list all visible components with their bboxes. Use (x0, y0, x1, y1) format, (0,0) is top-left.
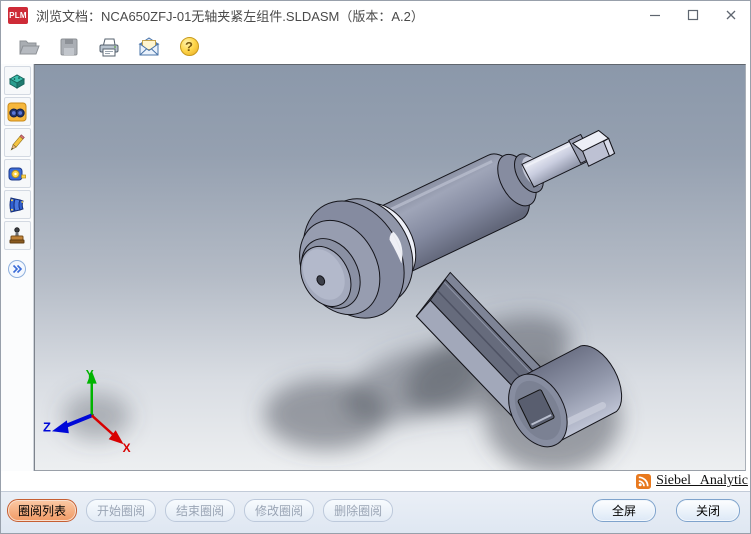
chevron-double-right-icon (7, 259, 27, 279)
review-list-button[interactable]: 圈阅列表 (7, 499, 77, 522)
tape-measure-icon (7, 164, 27, 184)
3d-viewport[interactable]: Y Z X (34, 64, 746, 471)
triad-y-label: Y (86, 368, 94, 382)
close-button[interactable] (712, 1, 750, 29)
sidebar-item-measure[interactable] (4, 159, 31, 188)
minimize-icon (649, 9, 661, 21)
footer-bar: 圈阅列表 开始圈阅 结束圈阅 修改圈阅 删除圈阅 全屏 关闭 (1, 491, 750, 533)
sidebar-expand-button[interactable] (4, 256, 31, 282)
viewer-window: PLM 浏览文档：NCA650ZFJ-01无轴夹紧左组件.SLDASM（版本：A… (0, 0, 751, 534)
start-review-button[interactable]: 开始圈阅 (86, 499, 156, 522)
minimize-button[interactable] (636, 1, 674, 29)
email-icon (137, 35, 161, 59)
window-title: 浏览文档：NCA650ZFJ-01无轴夹紧左组件.SLDASM（版本：A.2） (36, 6, 424, 25)
fullscreen-button[interactable]: 全屏 (592, 499, 656, 522)
sidebar-item-find[interactable] (4, 97, 31, 126)
print-icon (97, 35, 121, 59)
close-icon (725, 9, 737, 21)
open-folder-icon (17, 35, 41, 59)
watermark-text: Siebel Analytic (656, 473, 748, 489)
plm-app-icon: PLM (8, 7, 28, 24)
pencil-icon (7, 133, 27, 153)
3d-model-crank-assembly: Y Z X (35, 65, 745, 470)
delete-review-button[interactable]: 删除圈阅 (323, 499, 393, 522)
save-icon (57, 35, 81, 59)
save-button[interactable] (55, 33, 83, 61)
sidebar-item-model-view[interactable] (4, 66, 31, 95)
title-bar: PLM 浏览文档：NCA650ZFJ-01无轴夹紧左组件.SLDASM（版本：A… (1, 1, 750, 29)
pages-icon (7, 195, 27, 215)
model-cube-icon (7, 71, 27, 91)
maximize-button[interactable] (674, 1, 712, 29)
sidebar-item-markup[interactable] (4, 128, 31, 157)
close-viewer-button[interactable]: 关闭 (676, 499, 740, 522)
end-review-button[interactable]: 结束圈阅 (165, 499, 235, 522)
toolbar: ? (1, 29, 750, 64)
tool-sidebar (1, 64, 34, 471)
open-button[interactable] (15, 33, 43, 61)
modify-review-button[interactable]: 修改圈阅 (244, 499, 314, 522)
rss-icon (636, 474, 651, 489)
status-strip: Siebel Analytic (1, 471, 750, 491)
help-icon: ? (180, 37, 199, 56)
sidebar-item-views[interactable] (4, 190, 31, 219)
watermark-link[interactable]: Siebel Analytic (636, 473, 748, 489)
maximize-icon (687, 9, 699, 21)
triad-x-label: X (123, 441, 131, 455)
help-button[interactable]: ? (175, 33, 203, 61)
email-button[interactable] (135, 33, 163, 61)
triad-z-label: Z (43, 419, 51, 434)
binoculars-icon (7, 102, 27, 122)
print-button[interactable] (95, 33, 123, 61)
stamp-icon (7, 226, 27, 246)
sidebar-item-stamp[interactable] (4, 221, 31, 250)
